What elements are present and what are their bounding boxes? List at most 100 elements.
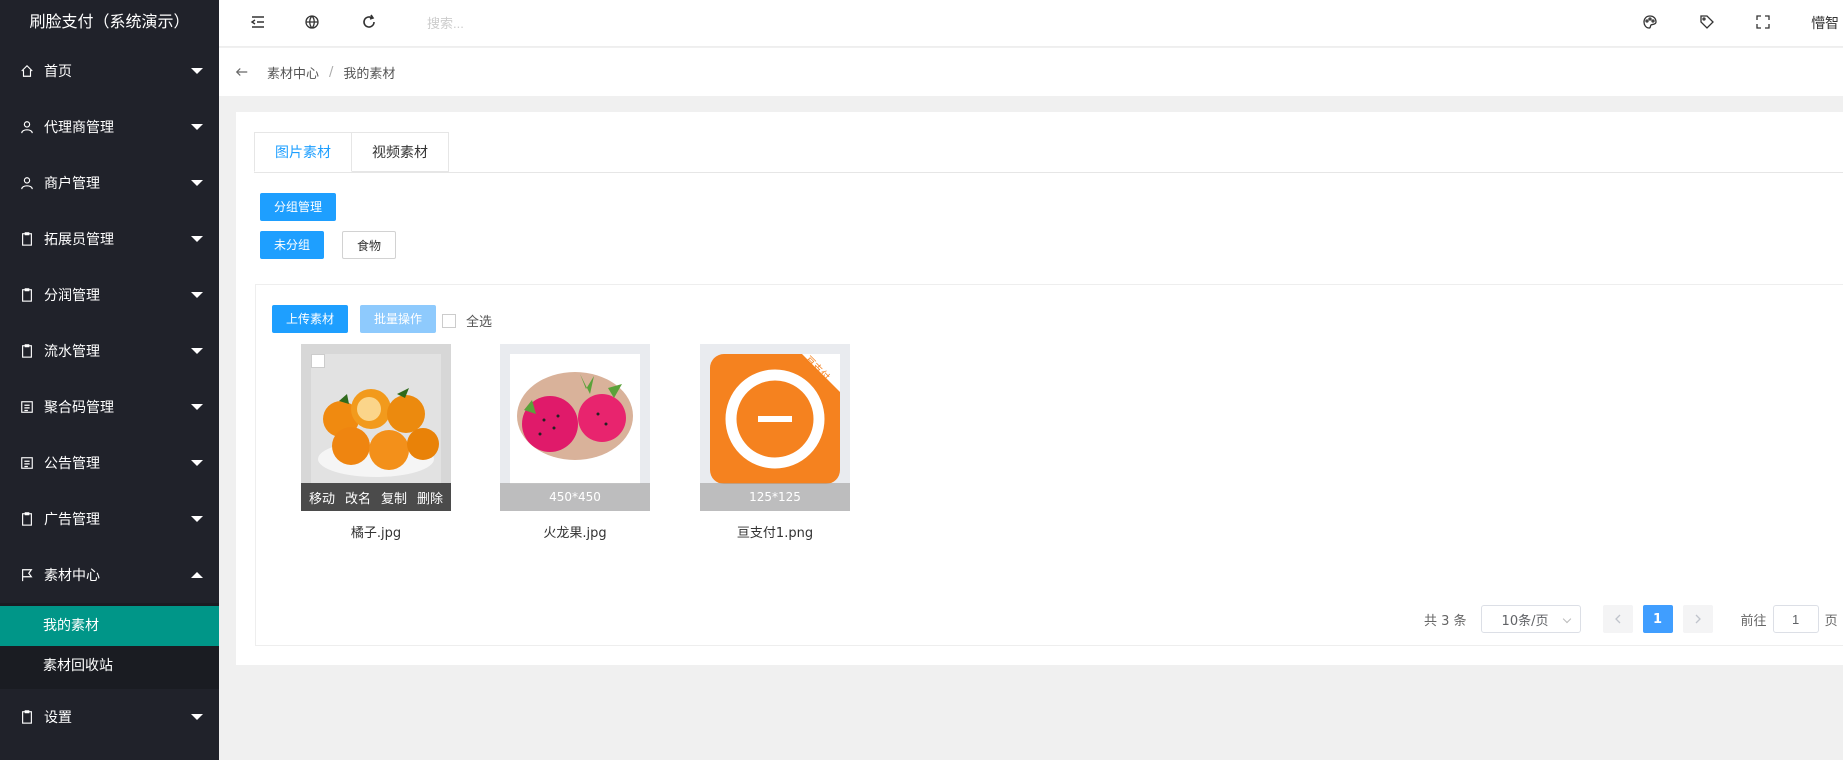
fullscreen-icon[interactable] <box>1754 13 1772 31</box>
sidebar-item-material-center[interactable]: 素材中心 <box>0 547 219 603</box>
sidebar-item-label: 聚合码管理 <box>44 400 114 416</box>
sidebar-item-qrcode[interactable]: 聚合码管理 <box>0 379 219 435</box>
checkbox-icon <box>442 313 456 328</box>
breadcrumb-separator: / <box>329 64 334 80</box>
caret-down-icon <box>191 404 203 410</box>
menu-fold-icon[interactable] <box>249 13 267 31</box>
oranges-image <box>311 354 441 484</box>
user-name[interactable]: 懵智 <box>1811 13 1839 33</box>
pagination: 共 3 条 10条/页 1 前往 页 <box>1424 605 1838 633</box>
material-actions: 移动 改名 复制 删除 <box>301 483 451 511</box>
group-ungrouped-button[interactable]: 未分组 <box>260 231 325 259</box>
back-arrow-icon[interactable] <box>233 63 251 81</box>
app-title: 刷脸支付（系统演示） <box>0 0 219 43</box>
refresh-icon[interactable] <box>360 13 378 31</box>
group-food-button[interactable]: 食物 <box>342 231 397 259</box>
tab-divider <box>254 172 1843 173</box>
tag-icon[interactable] <box>1698 13 1716 31</box>
prev-page-button[interactable] <box>1602 605 1633 633</box>
tab-image-materials[interactable]: 图片素材 <box>254 132 352 172</box>
material-card[interactable]: 450*450 火龙果.jpg <box>500 344 650 541</box>
caret-down-icon <box>191 460 203 466</box>
page-number-1[interactable]: 1 <box>1642 605 1673 633</box>
page-size-value: 10条/页 <box>1501 613 1549 629</box>
sidebar-item-label: 公告管理 <box>44 456 100 472</box>
tab-video-materials[interactable]: 视频素材 <box>352 132 449 172</box>
search-input[interactable] <box>427 11 627 35</box>
image-size-label: 450*450 <box>500 483 650 511</box>
caret-down-icon <box>191 292 203 298</box>
material-name: 火龙果.jpg <box>543 526 607 541</box>
top-header: 懵智 <box>219 0 1843 47</box>
caret-down-icon <box>191 714 203 720</box>
material-name: 橘子.jpg <box>350 526 402 541</box>
page-size-select[interactable]: 10条/页 <box>1480 605 1581 633</box>
sidebar-item-label: 拓展员管理 <box>44 232 114 248</box>
doc-icon <box>20 456 34 470</box>
sidebar-subitem-my-materials[interactable]: 我的素材 <box>0 606 219 646</box>
home-icon <box>20 64 34 78</box>
sidebar-item-label: 广告管理 <box>44 512 100 528</box>
chevron-left-icon <box>1614 614 1621 624</box>
sidebar-item-label: 流水管理 <box>44 344 100 360</box>
sidebar-item-merchant[interactable]: 商户管理 <box>0 155 219 211</box>
clipboard-icon <box>20 344 34 358</box>
group-manage-button[interactable]: 分组管理 <box>260 193 337 221</box>
goto-page-input[interactable] <box>1772 605 1819 633</box>
material-card[interactable]: 移动 改名 复制 删除 橘子.jpg <box>301 344 451 541</box>
breadcrumb-item-my-materials: 我的素材 <box>343 66 396 82</box>
copy-action[interactable]: 复制 <box>381 488 407 507</box>
sidebar-item-ads[interactable]: 广告管理 <box>0 491 219 547</box>
sidebar-item-label: 素材中心 <box>44 568 100 584</box>
material-card[interactable]: 亘支付 125*125 亘支付1.png <box>700 344 850 541</box>
caret-down-icon <box>191 516 203 522</box>
material-checkbox[interactable] <box>311 354 325 368</box>
sidebar-item-flow[interactable]: 流水管理 <box>0 323 219 379</box>
main-card: 图片素材 视频素材 分组管理 未分组 食物 上传素材 批量操作 全选 移动 改名… <box>236 112 1843 665</box>
materials-panel: 上传素材 批量操作 全选 移动 改名 复制 删除 橘子.jpg 450*450 … <box>255 284 1843 646</box>
tab-bar: 图片素材 视频素材 <box>254 132 449 172</box>
flag-icon <box>20 568 34 582</box>
caret-down-icon <box>191 180 203 186</box>
select-all-label: 全选 <box>466 315 493 330</box>
doc-icon <box>20 400 34 414</box>
clipboard-icon <box>20 512 34 526</box>
caret-down-icon <box>191 68 203 74</box>
sidebar-item-expander[interactable]: 拓展员管理 <box>0 211 219 267</box>
dragon-fruit-image <box>510 354 640 484</box>
chevron-down-icon <box>1562 614 1571 624</box>
material-thumbnail: 移动 改名 复制 删除 <box>301 344 451 511</box>
next-page-button[interactable] <box>1682 605 1713 633</box>
rename-action[interactable]: 改名 <box>345 488 371 507</box>
palette-icon[interactable] <box>1641 13 1659 31</box>
clipboard-icon <box>20 232 34 246</box>
material-name: 亘支付1.png <box>736 526 814 541</box>
caret-down-icon <box>191 124 203 130</box>
goto-prefix: 前往 <box>1740 613 1767 629</box>
clipboard-icon <box>20 710 34 724</box>
user-icon <box>20 120 34 134</box>
delete-action[interactable]: 删除 <box>417 488 443 507</box>
select-all-checkbox[interactable]: 全选 <box>442 311 492 330</box>
globe-icon[interactable] <box>303 13 321 31</box>
batch-operation-button[interactable]: 批量操作 <box>360 305 437 333</box>
sidebar-item-label: 设置 <box>44 710 72 726</box>
submenu-material: 我的素材 素材回收站 <box>0 603 219 689</box>
sidebar-item-notice[interactable]: 公告管理 <box>0 435 219 491</box>
sidebar-item-label: 商户管理 <box>44 176 100 192</box>
sidebar-item-agent[interactable]: 代理商管理 <box>0 99 219 155</box>
sidebar-subitem-recycle-bin[interactable]: 素材回收站 <box>0 646 219 686</box>
sidebar-item-profit[interactable]: 分润管理 <box>0 267 219 323</box>
caret-down-icon <box>191 348 203 354</box>
move-action[interactable]: 移动 <box>309 488 335 507</box>
user-icon <box>20 176 34 190</box>
sidebar-item-label: 代理商管理 <box>44 120 114 136</box>
breadcrumb-item-material-center[interactable]: 素材中心 <box>267 63 319 82</box>
sidebar-item-settings[interactable]: 设置 <box>0 689 219 745</box>
upload-material-button[interactable]: 上传素材 <box>272 305 349 333</box>
sidebar-item-label: 首页 <box>44 64 72 80</box>
sidebar-item-home[interactable]: 首页 <box>0 43 219 99</box>
material-thumbnail: 亘支付 125*125 <box>700 344 850 511</box>
image-size-label: 125*125 <box>700 483 850 511</box>
breadcrumb-bar: 素材中心 / 我的素材 <box>219 48 1843 96</box>
